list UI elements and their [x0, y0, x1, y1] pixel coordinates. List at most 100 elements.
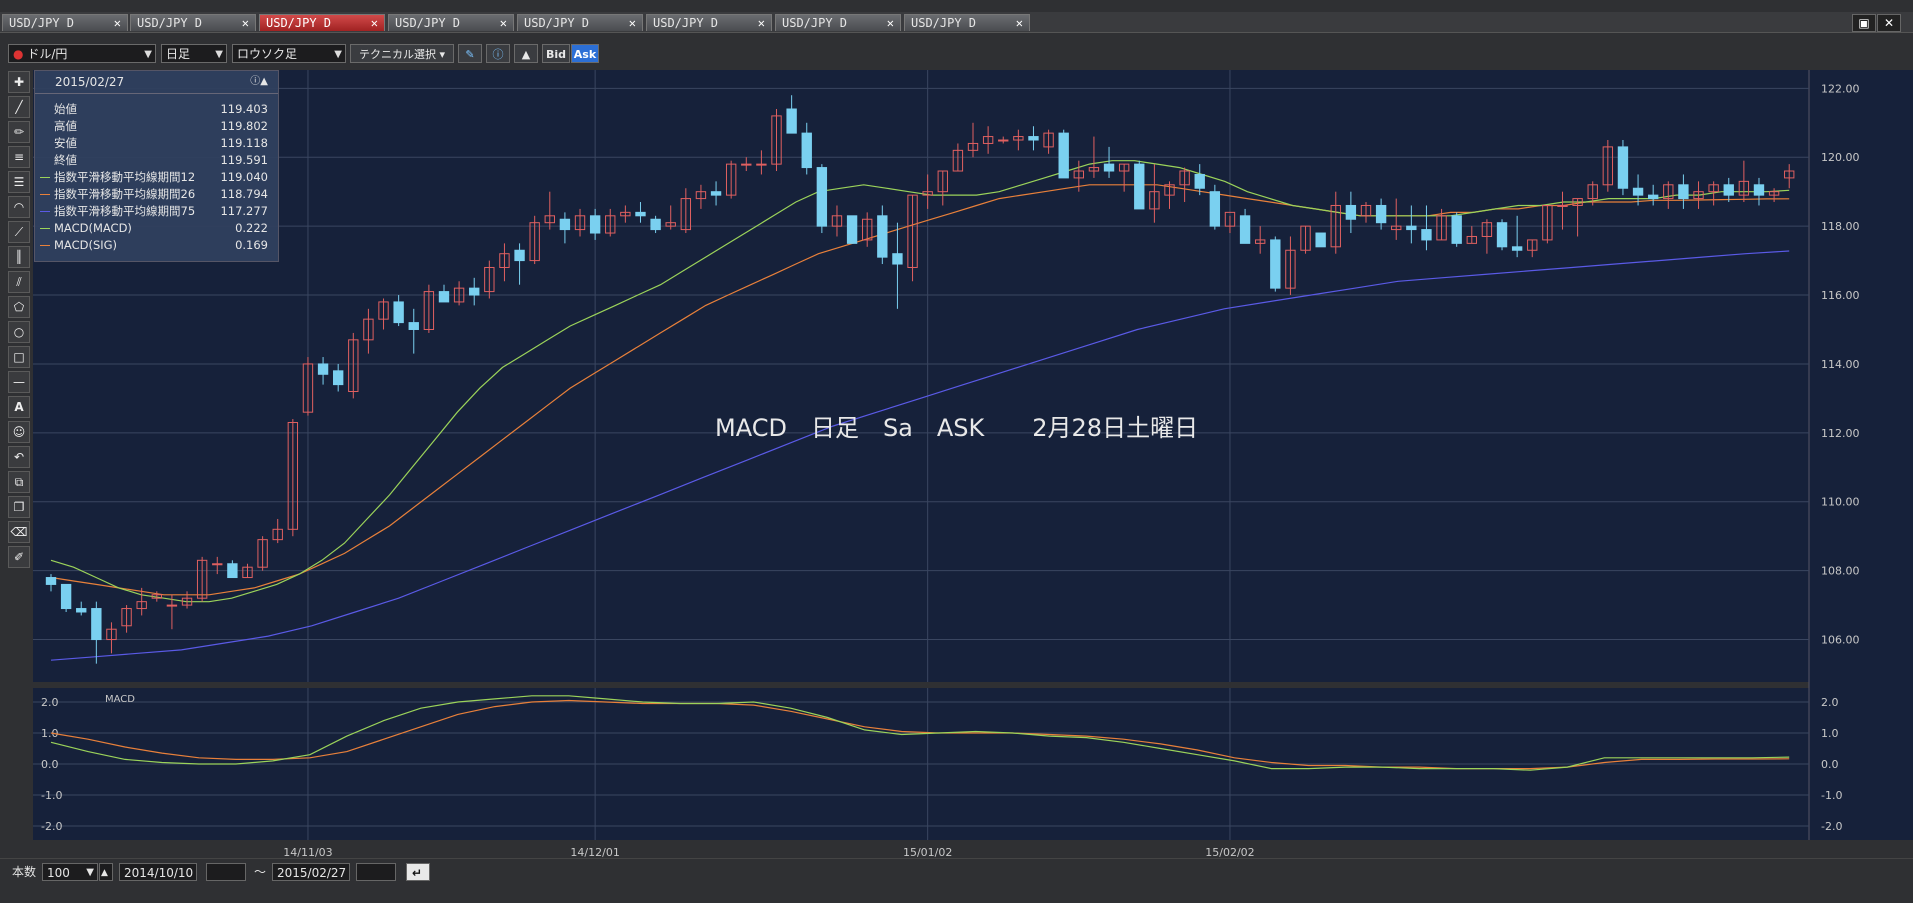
close-window-icon[interactable]: ✕ — [1877, 14, 1901, 32]
to-date-field[interactable]: 2015/02/27 — [272, 863, 350, 881]
tab-3-active[interactable]: USD/JPY D ✕ — [259, 14, 385, 31]
close-icon[interactable]: ✕ — [500, 15, 507, 32]
macd-y-tick-label: -1.0 — [41, 789, 62, 802]
y-tick-label: 120.00 — [1821, 151, 1860, 164]
from-date-field[interactable]: 2014/10/10 — [119, 863, 197, 881]
tab-1[interactable]: USD/JPY D ✕ — [2, 14, 128, 31]
series-swatch — [40, 228, 50, 229]
maximize-icon[interactable]: ▣ — [1852, 14, 1876, 32]
tab-label: USD/JPY D — [9, 16, 75, 30]
bottom-bar: 本数 100 ▼ ▲ 2014/10/10 〜 2015/02/27 ↵ — [0, 858, 1913, 903]
candle-down — [1647, 194, 1659, 200]
info-row: 安値 119.118 — [35, 135, 280, 152]
chart-area[interactable]: 106.00 108.00 110.00 112.00 114.00 116.00 118.… — [33, 70, 1913, 860]
spin-up-icon[interactable]: ▲ — [99, 863, 113, 881]
info-row-label: 安値 — [54, 136, 77, 150]
symbol-select[interactable]: ● ドル/円 ▼ — [8, 44, 156, 63]
line-icon[interactable]: ╱ — [8, 96, 30, 118]
period-select[interactable]: 日足 ▼ — [161, 44, 227, 63]
info-row: 指数平滑移動平均線期間75 117.277 — [35, 203, 280, 220]
eraser-icon[interactable]: ⌫ — [8, 521, 30, 543]
rectangle-icon[interactable]: □ — [8, 346, 30, 368]
fib-icon[interactable]: ☰ — [8, 171, 30, 193]
price-panel-bg — [33, 70, 1809, 682]
close-icon[interactable]: ✕ — [1016, 15, 1023, 32]
technical-select[interactable]: テクニカル選択 ▾ — [350, 44, 454, 63]
info-row-label: 始値 — [54, 102, 77, 116]
tab-2[interactable]: USD/JPY D ✕ — [130, 14, 256, 31]
flag-icon: ● — [13, 47, 24, 61]
area-chart-icon[interactable]: ▲ — [514, 44, 538, 63]
chevron-down-icon: ▼ — [144, 49, 152, 60]
info-row: MACD(SIG) 0.169 — [35, 237, 280, 254]
hline-icon[interactable]: — — [8, 371, 30, 393]
reload-icon[interactable]: ↵ — [406, 863, 430, 881]
close-icon[interactable]: ✕ — [629, 15, 636, 32]
info-row-value: 0.169 — [235, 238, 268, 252]
drawing-tools: ✚ ╱ ✏ ≡ ☰ ◠ ⟋ ║ ⫽ ⬠ ○ □ — A ☺ ↶ ⧉ ❐ ⌫ ✐ — [6, 71, 32, 571]
info-row: 指数平滑移動平均線期間26 118.794 — [35, 186, 280, 203]
ask-button[interactable]: Ask — [571, 44, 599, 63]
tab-5[interactable]: USD/JPY D ✕ — [517, 14, 643, 31]
bid-button[interactable]: Bid — [542, 44, 570, 63]
tab-4[interactable]: USD/JPY D ✕ — [388, 14, 514, 31]
tab-6[interactable]: USD/JPY D ✕ — [646, 14, 772, 31]
chart-style-select[interactable]: ロウソク足 ▼ — [232, 44, 346, 63]
y-tick-label: 114.00 — [1821, 358, 1860, 371]
candle-down — [846, 215, 858, 244]
candle-down — [1678, 184, 1689, 200]
crosshair-icon[interactable]: ✚ — [8, 71, 30, 93]
eraser-all-icon[interactable]: ✐ — [8, 546, 30, 568]
info-row-label: 高値 — [54, 119, 77, 133]
copy-icon[interactable]: ⧉ — [8, 471, 30, 493]
vlines-icon[interactable]: ║ — [8, 246, 30, 268]
info-row-label: 終値 — [54, 153, 77, 167]
tab-label: USD/JPY D — [782, 16, 848, 30]
count-select[interactable]: 100 ▼ — [42, 863, 98, 881]
candle-down — [76, 608, 87, 613]
from-time-field[interactable] — [206, 863, 246, 881]
arc-icon[interactable]: ◠ — [8, 196, 30, 218]
candle-down — [514, 249, 525, 262]
text-icon[interactable]: A — [8, 396, 30, 418]
ruler-icon[interactable]: ✏ — [8, 121, 30, 143]
info-row: 終値 119.591 — [35, 152, 280, 169]
tab-8[interactable]: USD/JPY D ✕ — [904, 14, 1030, 31]
candle-down — [1239, 215, 1251, 244]
close-icon[interactable]: ✕ — [114, 15, 121, 32]
axis-bg — [1809, 70, 1913, 840]
candle-down — [1194, 173, 1205, 189]
y-tick-label: 116.00 — [1821, 289, 1860, 302]
candle-down — [877, 215, 888, 258]
pentagon-icon[interactable]: ⬠ — [8, 296, 30, 318]
info-toggle-icon[interactable]: ⓘ▲ — [250, 71, 268, 93]
close-icon[interactable]: ✕ — [887, 15, 894, 32]
chevron-down-icon: ▼ — [86, 867, 94, 878]
fan-icon[interactable]: ⟋ — [8, 221, 30, 243]
y-tick-label: 106.00 — [1821, 634, 1860, 647]
info-row: 始値 119.403 — [35, 101, 280, 118]
circle-icon[interactable]: ○ — [8, 321, 30, 343]
series-swatch — [40, 177, 50, 178]
candle-down — [1375, 204, 1387, 224]
close-icon[interactable]: ✕ — [242, 15, 249, 32]
tab-label: USD/JPY D — [137, 16, 203, 30]
candle-down — [60, 583, 72, 610]
close-icon[interactable]: ✕ — [758, 15, 765, 32]
info-icon[interactable]: ⓘ — [486, 44, 510, 63]
close-icon[interactable]: ✕ — [371, 15, 378, 32]
hlines-icon[interactable]: ≡ — [8, 146, 30, 168]
pen-icon[interactable]: ✎ — [458, 44, 482, 63]
channel-icon[interactable]: ⫽ — [8, 271, 30, 293]
undo-icon[interactable]: ↶ — [8, 446, 30, 468]
candle-down — [1632, 187, 1644, 196]
paste-icon[interactable]: ❐ — [8, 496, 30, 518]
series-swatch — [40, 245, 50, 246]
toolbar: ● ドル/円 ▼ 日足 ▼ ロウソク足 ▼ テクニカル選択 ▾ ✎ ⓘ ▲ Bi… — [0, 33, 1913, 69]
smiley-icon[interactable]: ☺ — [8, 421, 30, 443]
macd-y-tick-label: 1.0 — [1821, 727, 1839, 740]
to-time-field[interactable] — [356, 863, 396, 881]
candle-down — [1723, 184, 1734, 196]
tab-7[interactable]: USD/JPY D ✕ — [775, 14, 901, 31]
period-value: 日足 — [166, 47, 191, 61]
